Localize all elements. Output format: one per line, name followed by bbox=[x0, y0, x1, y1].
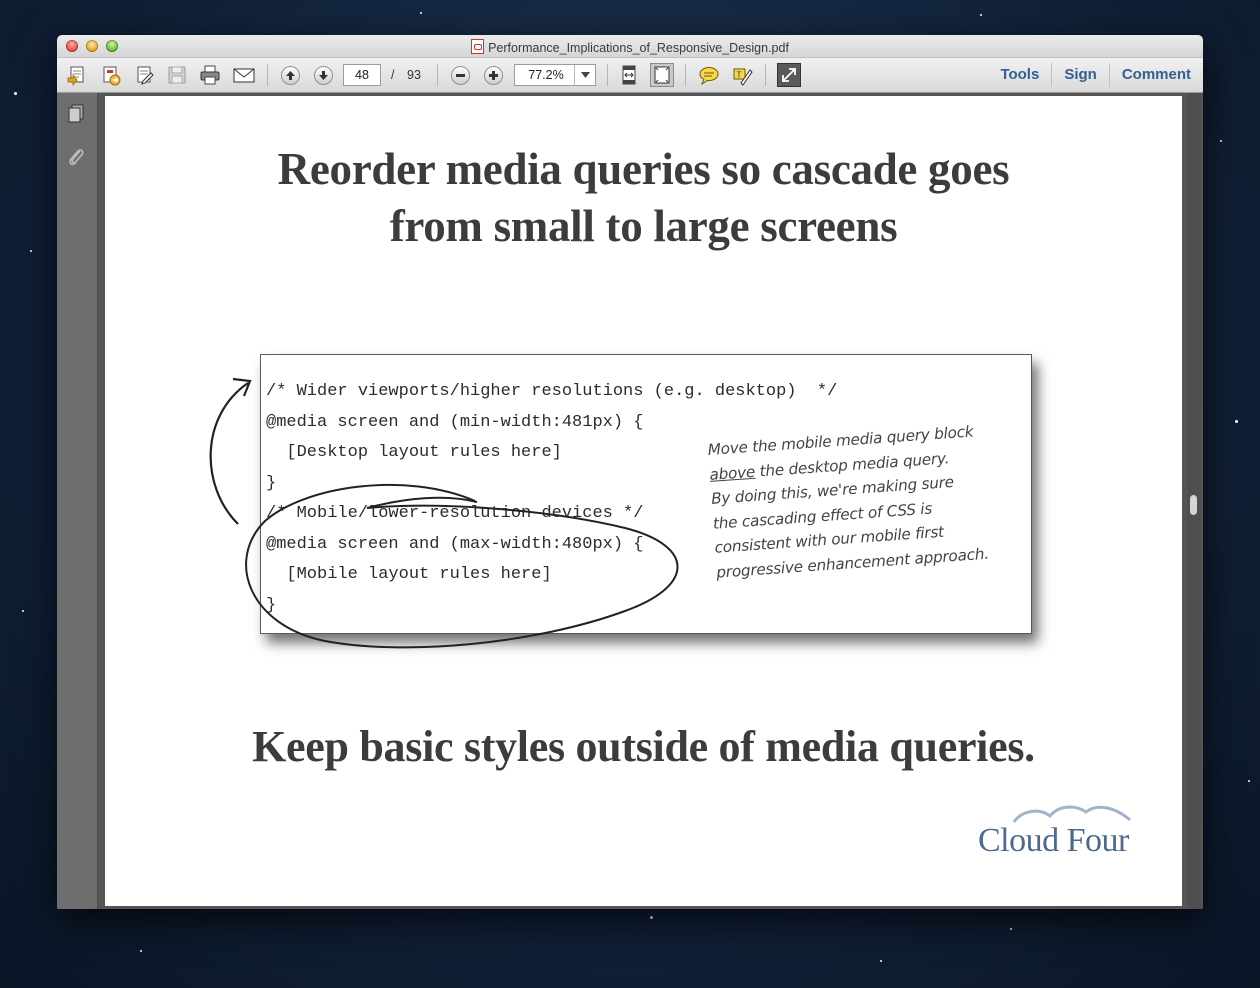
export-pdf-icon[interactable] bbox=[99, 63, 123, 87]
pdf-page: Reorder media queries so cascade goes fr… bbox=[105, 96, 1182, 906]
pdf-viewer-window: Performance_Implications_of_Responsive_D… bbox=[57, 35, 1203, 909]
attachments-icon[interactable] bbox=[65, 145, 87, 167]
toolbar: 48 / 93 77.2% T Tools Sign Comment bbox=[57, 58, 1203, 93]
edit-pdf-icon[interactable] bbox=[133, 63, 157, 87]
tools-tab[interactable]: Tools bbox=[988, 63, 1051, 87]
previous-page-icon[interactable] bbox=[278, 63, 302, 87]
annotation-drawing bbox=[209, 377, 679, 649]
save-icon[interactable] bbox=[165, 63, 189, 87]
title-bar: Performance_Implications_of_Responsive_D… bbox=[57, 35, 1203, 58]
move-arrow bbox=[209, 382, 249, 525]
slide-subtitle: Keep basic styles outside of media queri… bbox=[252, 722, 1035, 771]
window-title: Performance_Implications_of_Responsive_D… bbox=[488, 41, 789, 55]
sign-tab[interactable]: Sign bbox=[1051, 63, 1109, 87]
navigation-sidebar bbox=[57, 93, 98, 909]
page-number-input[interactable]: 48 bbox=[343, 64, 381, 86]
toolbar-separator bbox=[267, 64, 268, 86]
zoom-out-icon[interactable] bbox=[448, 63, 472, 87]
cloud-four-logo: Cloud Four bbox=[978, 805, 1131, 860]
zoom-value: 77.2% bbox=[528, 68, 564, 82]
svg-text:T: T bbox=[737, 71, 742, 80]
page-thumbnails-icon[interactable] bbox=[65, 103, 87, 125]
document-area: Reorder media queries so cascade goes fr… bbox=[98, 93, 1203, 909]
page-separator: / bbox=[391, 68, 395, 82]
scrollbar-thumb[interactable] bbox=[1190, 495, 1197, 515]
logo-text: Cloud Four bbox=[978, 822, 1129, 859]
toolbar-separator bbox=[765, 64, 766, 86]
comment-tab[interactable]: Comment bbox=[1108, 63, 1203, 87]
vertical-scrollbar[interactable] bbox=[1187, 93, 1201, 909]
email-icon[interactable] bbox=[232, 63, 256, 87]
cloud-icon bbox=[1012, 805, 1131, 823]
toolbar-separator bbox=[437, 64, 438, 86]
next-page-icon[interactable] bbox=[311, 63, 335, 87]
toolbar-separator bbox=[685, 64, 686, 86]
fullscreen-icon[interactable] bbox=[777, 63, 801, 87]
loop-circle bbox=[245, 483, 679, 649]
print-icon[interactable] bbox=[198, 63, 222, 87]
window-title-area: Performance_Implications_of_Responsive_D… bbox=[57, 39, 1203, 55]
chevron-down-icon[interactable] bbox=[574, 65, 595, 85]
right-tabs: Tools Sign Comment bbox=[988, 58, 1203, 92]
create-pdf-icon[interactable] bbox=[65, 63, 89, 87]
fit-page-icon[interactable] bbox=[650, 63, 674, 87]
page-total: 93 bbox=[407, 68, 421, 82]
highlight-icon[interactable]: T bbox=[730, 63, 754, 87]
fit-width-icon[interactable] bbox=[617, 63, 641, 87]
zoom-in-icon[interactable] bbox=[481, 63, 505, 87]
pdf-file-icon bbox=[471, 39, 485, 54]
toolbar-separator bbox=[607, 64, 608, 86]
comment-icon[interactable] bbox=[697, 63, 721, 87]
zoom-select[interactable]: 77.2% bbox=[514, 64, 596, 86]
